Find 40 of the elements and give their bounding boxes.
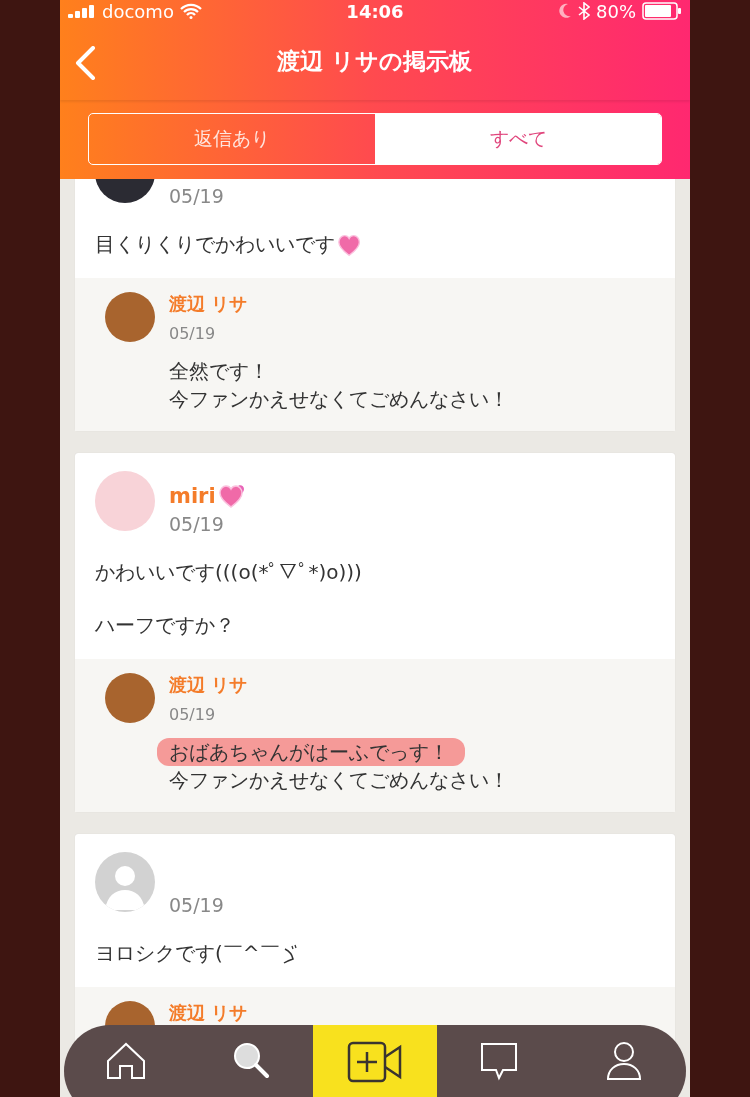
wifi-icon bbox=[179, 3, 202, 19]
chat-icon bbox=[479, 1041, 520, 1081]
post-text: かわいいです(((o(*ﾟ▽ﾟ*)o))) bbox=[95, 559, 362, 586]
avatar-photo bbox=[95, 471, 155, 531]
post-date: 05/19 bbox=[169, 513, 225, 535]
profile-icon bbox=[605, 1041, 642, 1081]
bluetooth-icon bbox=[578, 2, 590, 20]
battery-percent: 80% bbox=[596, 0, 636, 22]
status-time: 14:06 bbox=[346, 0, 404, 22]
user-name: 渡辺 リサ bbox=[169, 1001, 248, 1025]
post-text: 目くりくりでかわいいです bbox=[95, 231, 335, 258]
post-date: 05/19 bbox=[169, 705, 217, 724]
battery-icon bbox=[642, 2, 682, 20]
default-avatar bbox=[95, 852, 155, 912]
filter-tab[interactable]: 返信あり bbox=[89, 114, 375, 164]
home-icon bbox=[105, 1041, 148, 1081]
moon-icon bbox=[558, 3, 572, 19]
back-chevron-icon bbox=[74, 46, 96, 80]
salute-mark-icon bbox=[281, 942, 298, 965]
highlighted-reply-text: おばあちゃんがはーふでっす！ bbox=[157, 738, 465, 766]
reply-text: 今ファンかえせなくてごめんなさい！ bbox=[168, 386, 510, 413]
nav-button[interactable] bbox=[312, 1025, 438, 1097]
post-date: 05/19 bbox=[169, 185, 224, 207]
filter-tab[interactable]: すべて bbox=[375, 114, 661, 164]
page-title: 渡辺 リサの掲示板 bbox=[277, 46, 473, 76]
reply-text: 全然です！ bbox=[168, 358, 270, 385]
video-add-icon bbox=[347, 1041, 403, 1083]
user-name: miri bbox=[169, 484, 216, 508]
user-name: 渡辺 リサ bbox=[169, 292, 248, 316]
reply-text: 今ファンかえせなくてごめんなさい！ bbox=[168, 767, 510, 794]
post-date: 05/19 bbox=[169, 894, 224, 916]
post-text: ハーフですか？ bbox=[95, 612, 235, 639]
avatar-photo bbox=[105, 673, 155, 723]
search-icon bbox=[231, 1041, 270, 1079]
post-text: ヨロシクです(￣^￣ bbox=[95, 940, 280, 967]
carrier-name: docomo bbox=[102, 0, 174, 22]
post-date: 05/19 bbox=[169, 324, 217, 343]
user-name: 渡辺 リサ bbox=[169, 673, 248, 697]
signal-icon bbox=[68, 4, 96, 18]
avatar-photo bbox=[105, 292, 155, 342]
